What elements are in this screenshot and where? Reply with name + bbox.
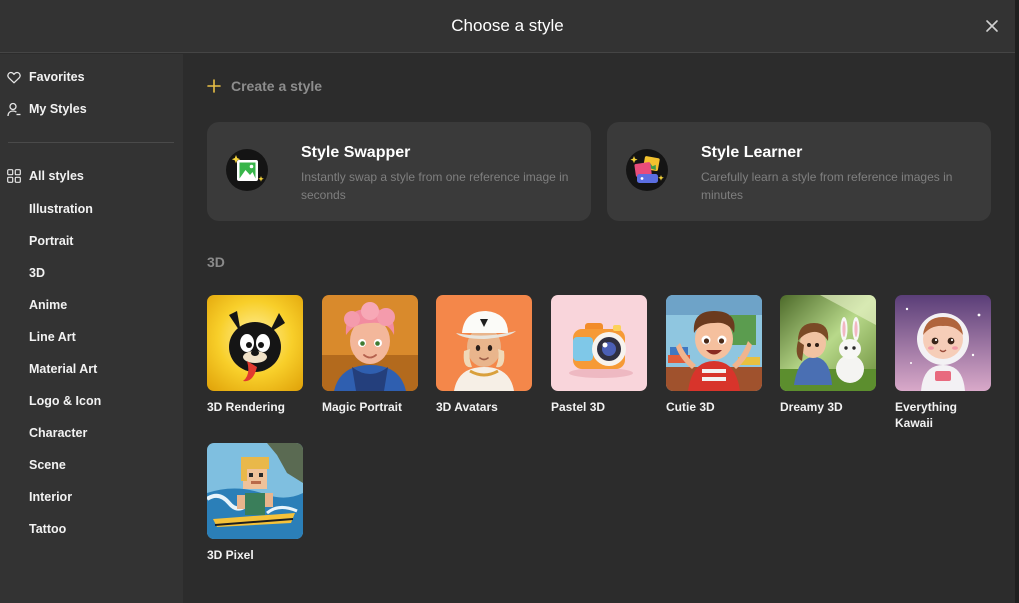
style-thumbnail [666, 295, 762, 391]
style-tile-3d-avatars[interactable]: 3D Avatars [436, 295, 533, 415]
create-style-label: Create a style [231, 78, 323, 94]
style-label: 3D Avatars [436, 400, 498, 414]
plus-icon [207, 79, 221, 93]
dialog-header: Choose a style [0, 0, 1015, 53]
image-swap-icon [226, 149, 268, 191]
style-tile-pastel-3d[interactable]: Pastel 3D [551, 295, 648, 415]
style-swapper-card[interactable]: Style Swapper Instantly swap a style fro… [207, 122, 591, 221]
sidebar-item-label: All styles [29, 169, 84, 183]
create-style-button[interactable]: Create a style [207, 78, 322, 94]
style-tile-cutie-3d[interactable]: Cutie 3D [666, 295, 763, 415]
card-description: Instantly swap a style from one referenc… [301, 170, 569, 202]
sidebar-item-scene[interactable]: Scene [0, 453, 183, 477]
style-label: Everything Kawaii [895, 400, 958, 430]
card-description: Carefully learn a style from reference i… [701, 170, 953, 202]
sidebar-item-all-styles[interactable]: All styles [0, 164, 183, 188]
sidebar-item-material-art[interactable]: Material Art [0, 357, 183, 381]
style-thumbnail [895, 295, 991, 391]
heart-icon [6, 69, 22, 85]
main-panel: Create a style Style Swapper Instantly s… [183, 54, 1015, 603]
section-title-3d: 3D [207, 254, 225, 270]
sidebar-item-interior[interactable]: Interior [0, 485, 183, 509]
window-edge [1015, 0, 1019, 603]
style-thumbnail [207, 295, 303, 391]
card-title: Style Swapper [301, 144, 411, 161]
grid-icon [6, 168, 22, 184]
style-thumbnail [780, 295, 876, 391]
sidebar-item-tattoo[interactable]: Tattoo [0, 517, 183, 541]
sidebar-item-anime[interactable]: Anime [0, 293, 183, 317]
style-label: Dreamy 3D [780, 400, 843, 414]
style-tile-everything-kawaii[interactable]: Everything Kawaii [895, 295, 992, 431]
sidebar: Favorites My Styles All styles Illustrat… [0, 54, 183, 603]
close-button[interactable] [983, 17, 1001, 35]
style-tile-3d-pixel[interactable]: 3D Pixel [207, 443, 304, 563]
sidebar-item-portrait[interactable]: Portrait [0, 229, 183, 253]
sidebar-item-logo-icon[interactable]: Logo & Icon [0, 389, 183, 413]
style-thumbnail [207, 443, 303, 539]
style-learner-card[interactable]: Style Learner Carefully learn a style fr… [607, 122, 991, 221]
close-icon [986, 20, 998, 32]
style-label: Magic Portrait [322, 400, 403, 414]
sidebar-item-illustration[interactable]: Illustration [0, 197, 183, 221]
card-title: Style Learner [701, 144, 803, 161]
sidebar-divider [8, 142, 174, 143]
sidebar-item-favorites[interactable]: Favorites [0, 65, 183, 89]
sidebar-item-my-styles[interactable]: My Styles [0, 97, 183, 121]
sidebar-item-label: My Styles [29, 102, 87, 116]
style-label: 3D Pixel [207, 548, 254, 562]
sidebar-item-line-art[interactable]: Line Art [0, 325, 183, 349]
style-tile-dreamy-3d[interactable]: Dreamy 3D [780, 295, 877, 415]
sidebar-item-3d[interactable]: 3D [0, 261, 183, 285]
style-label: 3D Rendering [207, 400, 286, 414]
style-tile-3d-rendering[interactable]: 3D Rendering [207, 295, 304, 415]
style-thumbnail [436, 295, 532, 391]
dialog-title: Choose a style [451, 16, 564, 35]
sidebar-item-character[interactable]: Character [0, 421, 183, 445]
style-thumbnail [551, 295, 647, 391]
image-stack-icon [626, 149, 668, 191]
style-tile-magic-portrait[interactable]: Magic Portrait [322, 295, 419, 415]
style-label: Cutie 3D [666, 400, 715, 414]
style-label: Pastel 3D [551, 400, 606, 414]
user-icon [6, 101, 22, 117]
sidebar-item-label: Favorites [29, 70, 85, 84]
style-thumbnail [322, 295, 418, 391]
